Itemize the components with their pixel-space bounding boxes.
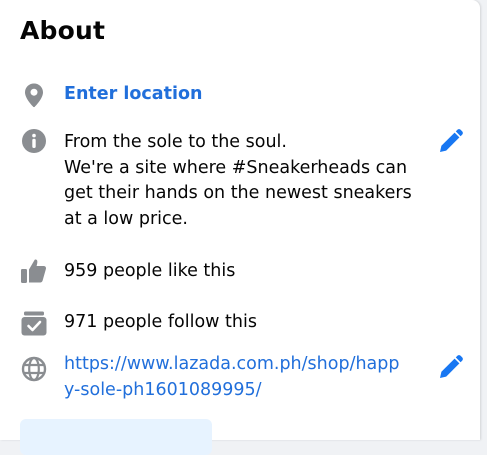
globe-icon (20, 355, 48, 383)
pencil-icon (440, 355, 463, 378)
info-icon (20, 127, 48, 155)
edit-description-button[interactable] (436, 128, 464, 156)
enter-location-link[interactable]: Enter location (64, 82, 202, 108)
website-line: https://www.lazada.com.ph/shop/happ (64, 354, 400, 374)
pencil-icon (440, 129, 463, 152)
map-pin-icon (20, 81, 48, 109)
likes-count: 959 people like this (64, 261, 236, 281)
edit-website-button[interactable] (436, 354, 464, 382)
about-title: About (20, 16, 106, 45)
thumbs-up-icon (20, 257, 48, 285)
about-card: About Enter location From the sole to th… (0, 0, 480, 455)
page-description: From the sole to the soul. We're a site … (64, 130, 412, 232)
website-link[interactable]: https://www.lazada.com.ph/shop/happ y-so… (64, 352, 400, 403)
website-line: y-sole-ph1601089995/ (64, 379, 262, 400)
bottom-action-button[interactable] (20, 419, 212, 455)
follows-count: 971 people follow this (64, 312, 257, 332)
description-line: We're a site where #Sneakerheads can (64, 157, 408, 178)
description-line: at a low price. (64, 208, 188, 229)
description-line: From the sole to the soul. (64, 132, 287, 152)
follow-box-icon (20, 309, 48, 337)
description-line: get their hands on the newest sneakers (64, 183, 412, 203)
